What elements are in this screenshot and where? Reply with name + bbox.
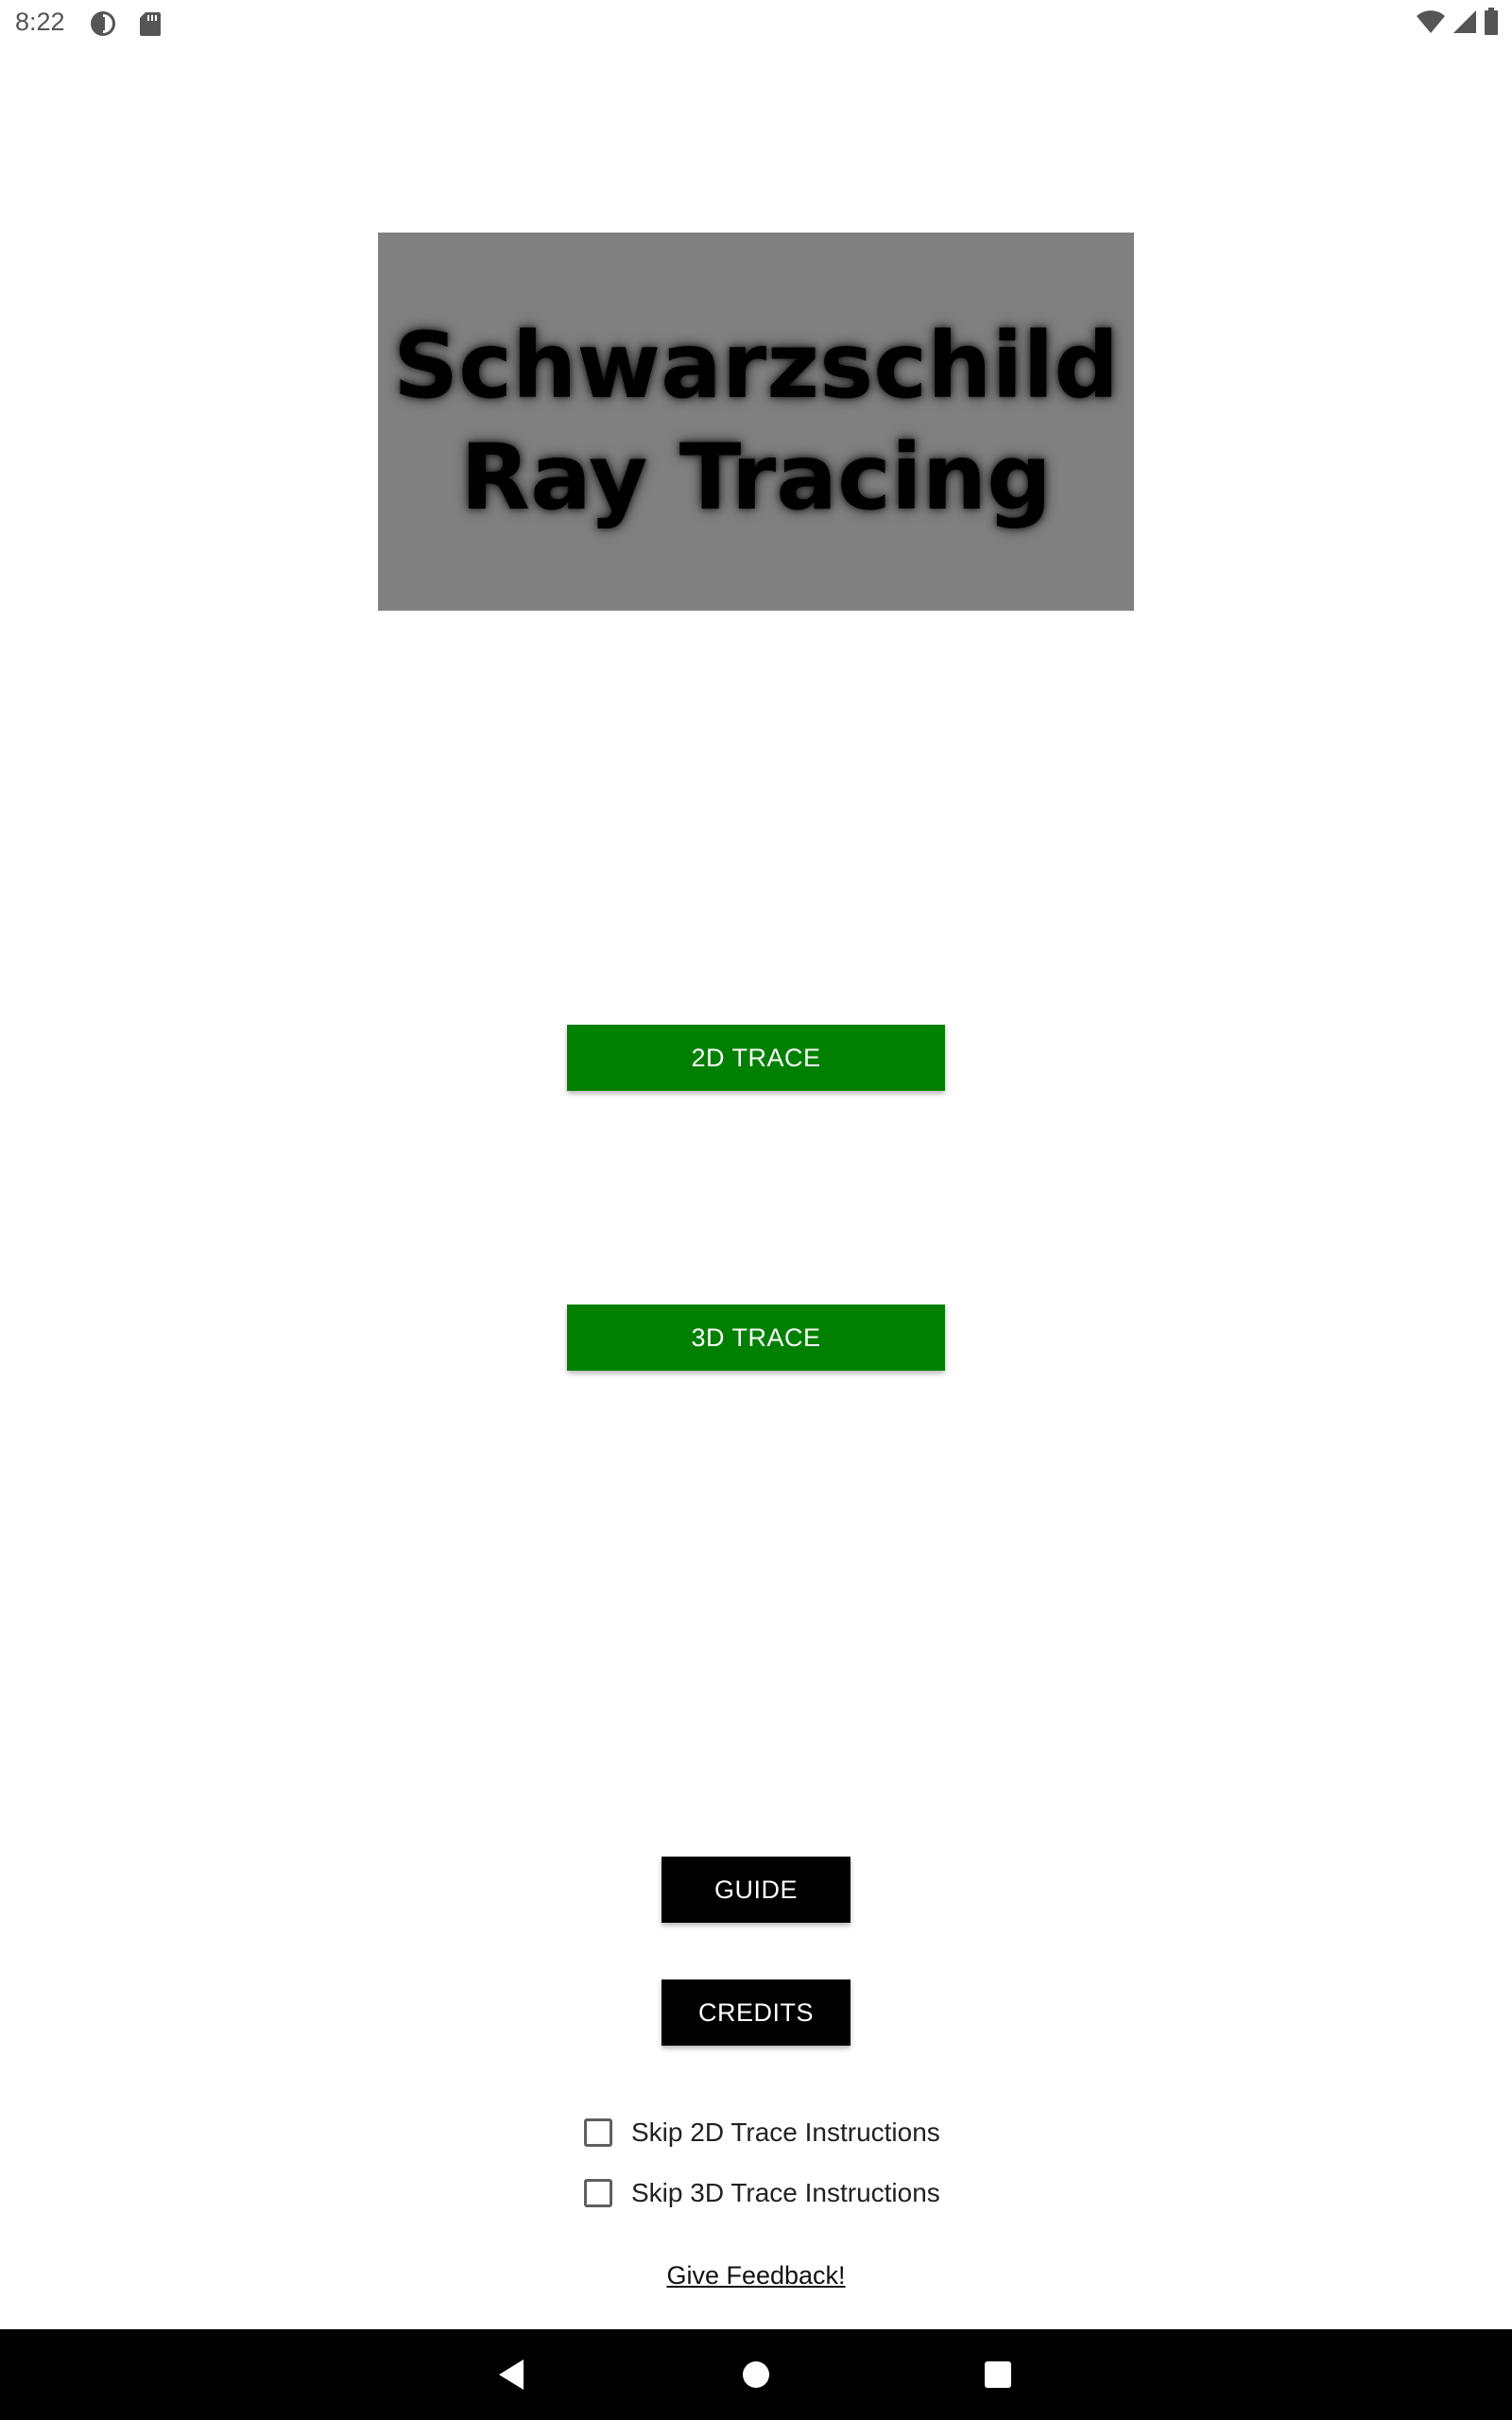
credits-button[interactable]: CREDITS [662,1979,850,2046]
status-time: 8:22 [15,8,65,36]
battery-icon [1484,7,1499,41]
skip-3d-instructions-checkbox[interactable] [584,2179,612,2207]
status-bar: 8:22 [0,0,1512,47]
skip-3d-instructions-row[interactable]: Skip 3D Trace Instructions [584,2172,940,2214]
data-saver-icon [89,9,117,38]
status-icons-right [1416,7,1499,41]
title-line-2: Ray Tracing [460,424,1052,530]
recents-icon[interactable] [979,2356,1017,2394]
trace-3d-button[interactable]: 3D TRACE [567,1305,945,1371]
skip-2d-instructions-checkbox[interactable] [584,2118,612,2147]
cell-signal-icon [1452,9,1478,40]
trace-2d-button[interactable]: 2D TRACE [567,1025,945,1091]
skip-3d-instructions-label: Skip 3D Trace Instructions [631,2178,940,2207]
guide-button[interactable]: GUIDE [662,1857,850,1923]
app-screen: 8:22 Schwarzschild Ray Tracing 2D TRACE … [0,0,1512,2420]
navigation-bar [0,2329,1512,2420]
sd-card-icon [136,9,164,38]
wifi-icon [1416,9,1446,40]
skip-2d-instructions-label: Skip 2D Trace Instructions [631,2118,940,2147]
title-banner: Schwarzschild Ray Tracing [378,233,1134,611]
title-line-1: Schwarzschild [393,313,1119,419]
give-feedback-link[interactable]: Give Feedback! [0,2261,1512,2290]
back-icon[interactable] [493,2356,531,2394]
home-icon[interactable] [737,2356,775,2394]
skip-2d-instructions-row[interactable]: Skip 2D Trace Instructions [584,2112,940,2153]
